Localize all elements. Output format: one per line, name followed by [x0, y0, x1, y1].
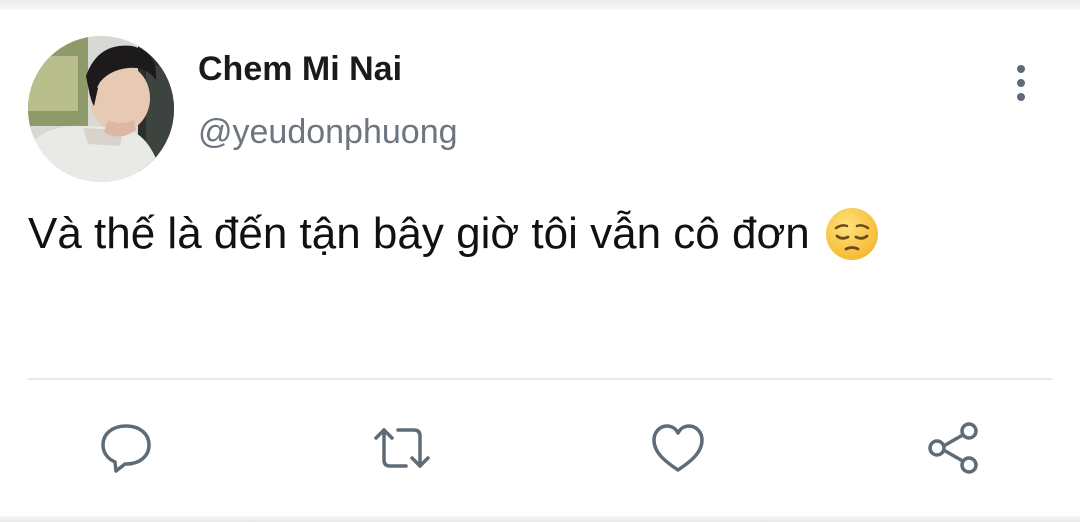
heart-icon	[652, 424, 704, 472]
top-divider	[0, 0, 1080, 10]
share-button[interactable]	[924, 418, 984, 478]
pensive-face-icon	[824, 206, 880, 262]
tweet-card: Chem Mi Nai @yeudonphuong Và thế là đến …	[0, 0, 1080, 522]
avatar-image	[28, 36, 174, 182]
tweet-body: Và thế là đến tận bây giờ tôi vẫn cô đơn	[28, 206, 880, 262]
reply-button[interactable]	[96, 418, 156, 478]
avatar[interactable]	[28, 36, 174, 182]
retweet-button[interactable]	[372, 418, 432, 478]
share-icon	[928, 422, 978, 474]
more-dot-icon	[1017, 79, 1025, 87]
actions-divider	[28, 378, 1052, 380]
more-options-button[interactable]	[1003, 62, 1039, 104]
more-dot-icon	[1017, 65, 1025, 73]
retweet-icon	[374, 428, 430, 468]
more-dot-icon	[1017, 93, 1025, 101]
like-button[interactable]	[648, 418, 708, 478]
display-name[interactable]: Chem Mi Nai	[198, 50, 402, 89]
bottom-divider	[0, 516, 1080, 522]
user-handle[interactable]: @yeudonphuong	[198, 113, 458, 152]
speech-bubble-icon	[101, 424, 151, 473]
tweet-text: Và thế là đến tận bây giờ tôi vẫn cô đơn	[28, 209, 810, 258]
